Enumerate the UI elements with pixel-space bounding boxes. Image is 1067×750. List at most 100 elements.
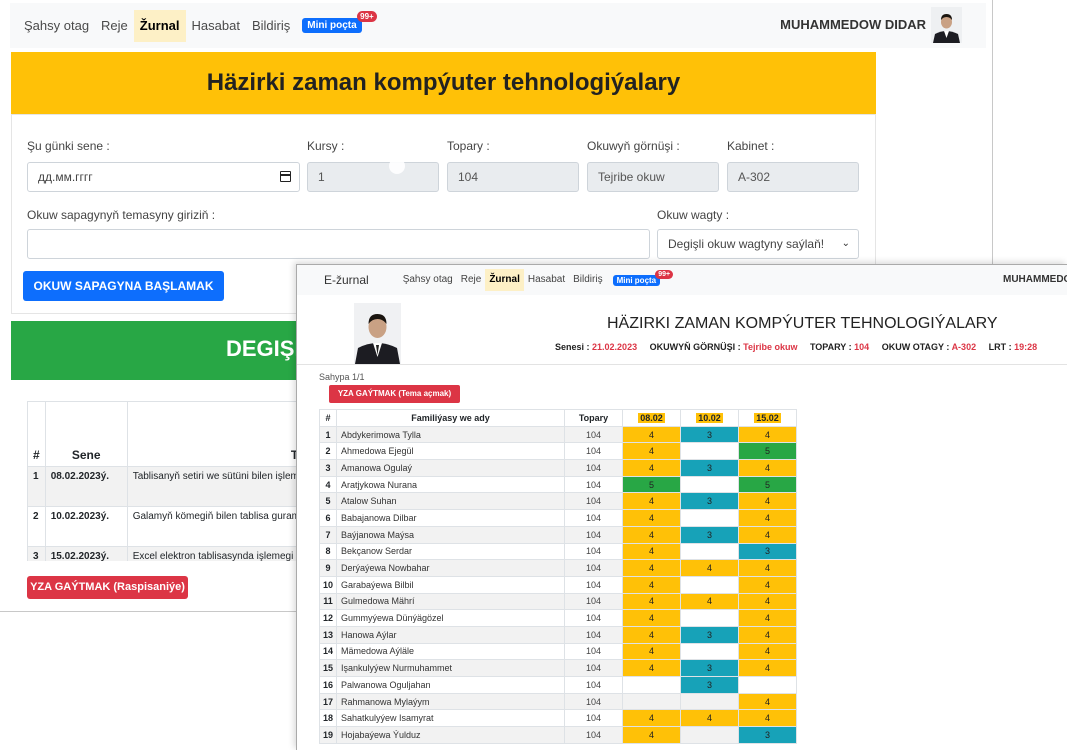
grade-cell[interactable]: 4 [622, 575, 681, 594]
grade-cell[interactable]: 4 [680, 709, 739, 728]
grade-cell[interactable]: 4 [738, 425, 797, 444]
senesi-label: Senesi : [555, 342, 590, 352]
nav-link-reje[interactable]: Reje [95, 10, 134, 42]
grade-cell[interactable]: 5 [622, 475, 681, 494]
grade-cell[interactable]: 4 [680, 559, 739, 577]
grade-cell[interactable]: 4 [622, 726, 681, 744]
grade-cell[interactable] [680, 442, 739, 461]
avatar[interactable] [931, 7, 962, 43]
grade-cell[interactable]: 4 [622, 559, 681, 577]
grade-cell[interactable]: 4 [738, 625, 797, 644]
grade-cell[interactable]: 4 [738, 575, 797, 594]
grade-cell[interactable]: 3 [680, 425, 739, 444]
grade-cell[interactable] [680, 475, 739, 494]
topar-field[interactable]: 104 [447, 162, 579, 192]
grade-cell[interactable]: 4 [622, 425, 681, 444]
grade-cell[interactable]: 3 [680, 676, 739, 694]
grade-cell[interactable]: 4 [738, 525, 797, 544]
grade-cell[interactable]: 4 [622, 542, 681, 561]
date-input[interactable]: дд.мм.гггг [27, 162, 300, 192]
grade-cell[interactable]: 4 [622, 625, 681, 644]
grade-cell[interactable]: 4 [622, 642, 681, 661]
column-header-date[interactable]: 08.02 [622, 409, 681, 427]
grade-cell[interactable] [622, 692, 681, 711]
grade-cell[interactable]: 3 [680, 459, 739, 477]
calendar-icon[interactable] [280, 171, 291, 182]
grade-cell[interactable]: 4 [622, 509, 681, 527]
back-to-topic-button[interactable]: YZA GAÝTMAK (Tema açmak) [329, 385, 460, 403]
brand-logo[interactable]: E-žurnal [324, 273, 369, 287]
column-header: Temar [126, 401, 307, 467]
grade-cell[interactable]: 4 [738, 492, 797, 511]
grade-cell[interactable] [738, 676, 797, 694]
grade-cell[interactable]: 4 [622, 459, 681, 477]
grade-cell[interactable]: 4 [622, 492, 681, 511]
row-number: 19 [319, 726, 337, 744]
kurs-field[interactable]: 1 [307, 162, 439, 192]
grade-cell[interactable]: 4 [738, 609, 797, 627]
grade-cell[interactable] [680, 726, 739, 744]
nav-link-bildiris[interactable]: Bildiriş [569, 269, 606, 291]
nav-link-sahsy-otag[interactable]: Şahsy otag [399, 269, 457, 291]
start-lesson-button[interactable]: OKUW SAPAGYNA BAŞLAMAK [23, 271, 224, 301]
grade-cell[interactable] [680, 542, 739, 561]
grade-cell[interactable]: 5 [738, 475, 797, 494]
grade-cell[interactable] [680, 609, 739, 627]
mini-mail-button[interactable]: Mini poçta 99+ [612, 269, 674, 286]
nav-link-reje[interactable]: Reje [457, 269, 486, 291]
grade-cell[interactable]: 4 [738, 659, 797, 677]
back-to-schedule-button[interactable]: YZA GAÝTMAK (Raspisaniýe) [27, 576, 188, 599]
grade-cell[interactable]: 4 [738, 559, 797, 577]
nav-link-hasabat[interactable]: Hasabat [186, 10, 246, 42]
grade-cell[interactable]: 4 [738, 509, 797, 527]
grade-cell[interactable]: 4 [738, 642, 797, 661]
nav-link-zurnal[interactable]: Žurnal [485, 269, 524, 291]
group-cell: 104 [564, 575, 623, 594]
grade-cell[interactable]: 4 [622, 442, 681, 461]
row-theme-cell[interactable]: Galamyň kömegiň bilen tablisa guram hasa… [126, 506, 307, 547]
user-name[interactable]: MUHAMMEDOW DIDAR [1003, 274, 1067, 285]
grade-cell[interactable]: 4 [738, 709, 797, 728]
grade-cell[interactable] [622, 676, 681, 694]
tema-label: Okuw sapagynyň temasyny giriziň : [27, 208, 216, 222]
row-theme[interactable]: Tablisanyň setiri we sütüni bilen işleme [126, 466, 307, 507]
tema-input[interactable] [27, 229, 650, 259]
grade-cell[interactable] [680, 509, 739, 527]
grade-cell[interactable]: 4 [622, 525, 681, 544]
grade-cell[interactable] [680, 642, 739, 661]
cursor-icon [389, 158, 405, 174]
grade-cell[interactable]: 3 [680, 659, 739, 677]
column-header-date[interactable]: 10.02 [680, 409, 739, 427]
grade-cell[interactable]: 4 [738, 692, 797, 711]
nav-link-sahsy-otag[interactable]: Şahsy otag [18, 10, 95, 42]
grade-cell[interactable]: 3 [680, 492, 739, 511]
grade-cell[interactable]: 4 [738, 592, 797, 611]
wagt-select[interactable]: Degişli okuw wagtyny saýlaň! ⌄ [657, 229, 859, 259]
table-row: 18 Sahatkulyýew Isamyrat 104 4 4 4 [319, 709, 797, 728]
grade-cell[interactable]: 4 [622, 659, 681, 677]
okuw-gornus-field[interactable]: Tejribe okuw [587, 162, 719, 192]
grade-cell[interactable] [680, 575, 739, 594]
nav-link-bildiris[interactable]: Bildiriş [246, 10, 296, 42]
nav-link-zurnal[interactable]: Žurnal [133, 9, 186, 42]
grade-cell[interactable]: 4 [622, 609, 681, 627]
grade-cell[interactable]: 3 [738, 726, 797, 744]
user-name[interactable]: MUHAMMEDOW DIDAR [780, 17, 926, 32]
mini-mail-button[interactable]: Mini poçta 99+ [302, 11, 377, 33]
kabinet-field[interactable]: A-302 [727, 162, 859, 192]
grade-cell[interactable] [680, 692, 739, 711]
group-cell: 104 [564, 692, 623, 711]
grade-cell[interactable]: 4 [622, 592, 681, 611]
row-theme[interactable]: Excel elektron tablisasynda işlemegi ö [126, 546, 307, 561]
grade-cell[interactable]: 3 [680, 525, 739, 544]
table-header-row: # Sene Temar [27, 401, 307, 467]
grade-cell[interactable]: 5 [738, 442, 797, 461]
grade-cell[interactable]: 4 [622, 709, 681, 728]
column-header-date[interactable]: 15.02 [738, 409, 797, 427]
row-number: 1 [319, 425, 337, 444]
grade-cell[interactable]: 4 [680, 592, 739, 611]
grade-cell[interactable]: 3 [738, 542, 797, 561]
grade-cell[interactable]: 3 [680, 625, 739, 644]
nav-link-hasabat[interactable]: Hasabat [524, 269, 569, 291]
grade-cell[interactable]: 4 [738, 459, 797, 477]
